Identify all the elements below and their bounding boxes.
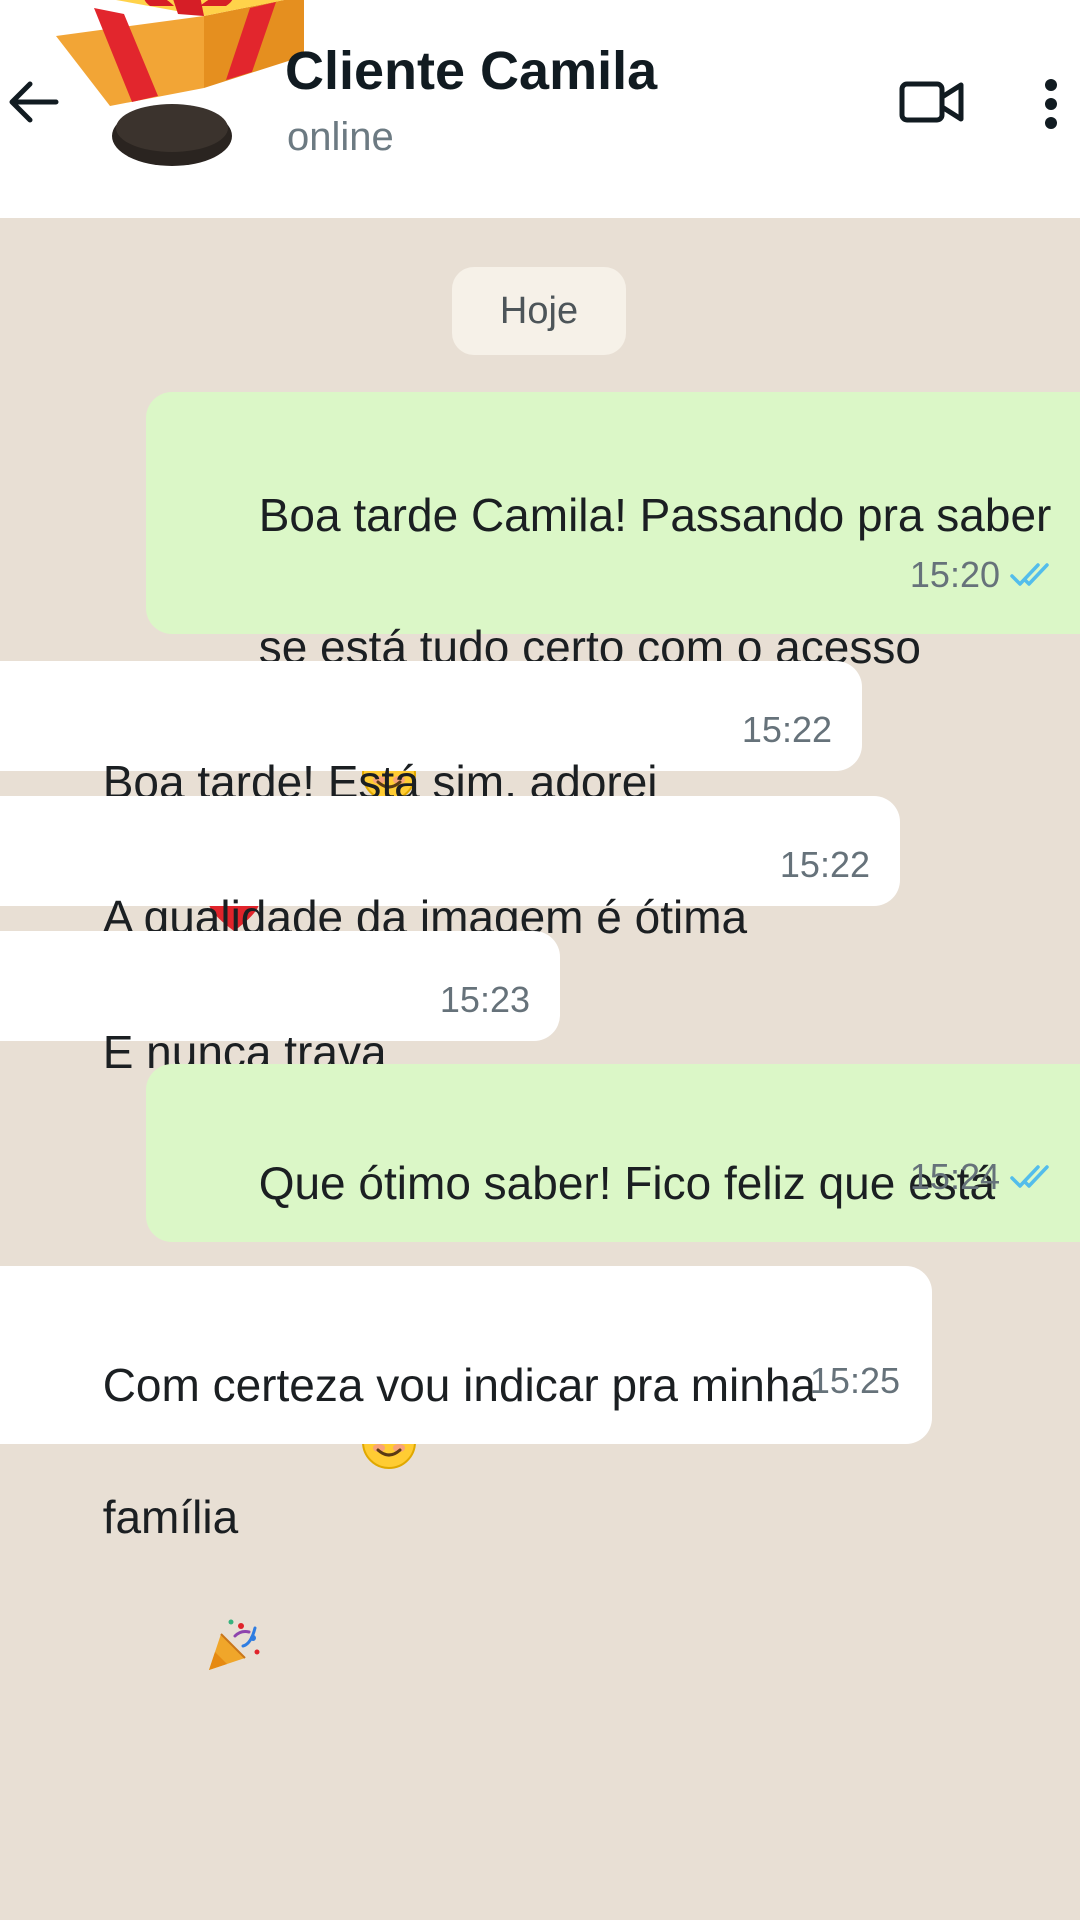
- gift-box-icon: [56, 0, 304, 166]
- message-meta: 15:20: [910, 542, 1058, 608]
- contact-status: online: [287, 115, 394, 159]
- message-meta: 15:24: [910, 1144, 1058, 1210]
- video-camera-icon: [899, 81, 964, 123]
- incoming-message[interactable]: Com certeza vou indicar pra minha famíli…: [0, 1266, 932, 1670]
- arrow-left-icon: [9, 81, 59, 123]
- date-chip: Hoje: [452, 267, 626, 355]
- message-meta: 15:22: [742, 697, 832, 763]
- message-time: 15:25: [809, 1360, 900, 1401]
- chat-header: Cliente Camila online: [0, 0, 1080, 218]
- message-time: 15:23: [439, 979, 530, 1020]
- video-call-button[interactable]: [896, 72, 968, 132]
- message-line: Com certeza vou indicar pra minha: [102, 1359, 817, 1411]
- message-meta: 15:25: [810, 1348, 900, 1414]
- more-options-button[interactable]: [1026, 72, 1076, 136]
- incoming-message[interactable]: E nunca trava 15:23: [0, 931, 560, 1208]
- message-line: Que ótimo saber! Fico feliz que está: [258, 1157, 996, 1209]
- message-time: 15:22: [741, 709, 832, 750]
- message-text: Com certeza vou indicar pra minha famíli…: [26, 1286, 816, 1823]
- avatar[interactable]: [54, 0, 314, 172]
- more-vertical-icon: [1045, 79, 1057, 129]
- message-line: Boa tarde Camila! Passando pra saber: [258, 489, 1052, 541]
- read-ticks-icon: [1010, 1163, 1058, 1191]
- message-line: família: [102, 1491, 239, 1543]
- incoming-message[interactable]: A qualidade da imagem é ótima 15:22: [0, 796, 900, 943]
- outgoing-message[interactable]: Boa tarde Camila! Passando pra saber se …: [146, 392, 1080, 801]
- party-popper-emoji: [103, 1550, 263, 1757]
- read-ticks-icon: [1010, 561, 1058, 589]
- outgoing-message[interactable]: Que ótimo saber! Fico feliz que está gos…: [146, 1064, 1080, 1469]
- message-meta: 15:23: [440, 967, 530, 1033]
- incoming-message[interactable]: Boa tarde! Está sim, adorei 15:22: [0, 661, 862, 931]
- message-meta: 15:22: [780, 832, 870, 898]
- message-time: 15:20: [909, 554, 1000, 595]
- message-time: 15:24: [909, 1156, 1000, 1197]
- message-time: 15:22: [779, 844, 870, 885]
- contact-name[interactable]: Cliente Camila: [285, 40, 657, 102]
- chat-area[interactable]: Hoje Boa tarde Camila! Passando pra sabe…: [0, 218, 1080, 1920]
